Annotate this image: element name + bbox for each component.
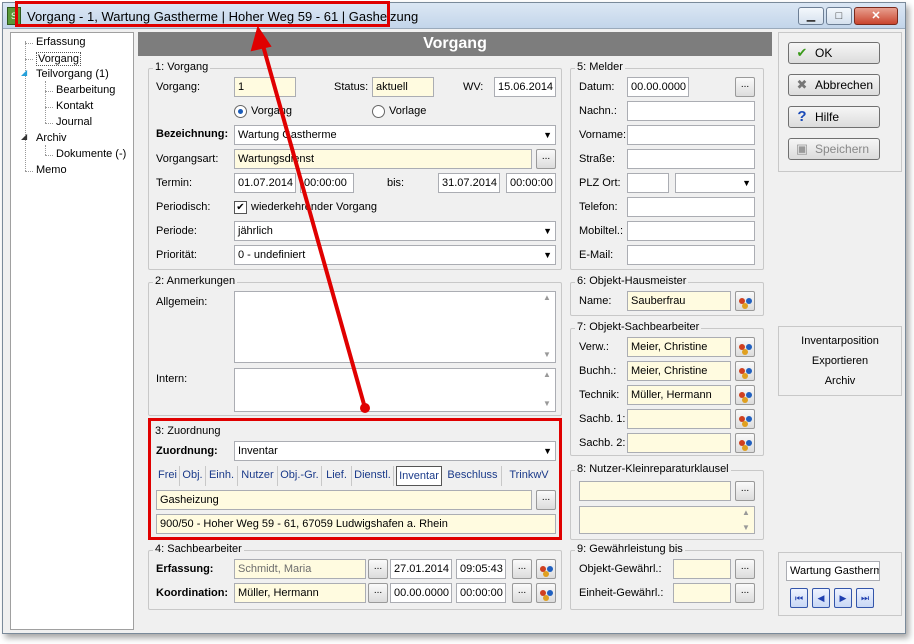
email-label: E-Mail: <box>579 249 614 261</box>
einheit-gewaehrl-field[interactable] <box>673 583 731 603</box>
abbrechen-button[interactable]: ✖ Abbrechen <box>788 74 880 96</box>
koordination-more-button[interactable]: ... <box>512 583 532 603</box>
buchh-field[interactable]: Meier, Christine <box>627 361 731 381</box>
email-field[interactable] <box>627 245 755 265</box>
nutzer-klausel-textarea[interactable]: ▲ ▼ <box>579 506 755 534</box>
chevron-down-icon: ▼ <box>742 178 751 188</box>
koordination-label: Koordination: <box>156 587 229 599</box>
koordination-date-field[interactable]: 00.00.0000 <box>390 583 452 603</box>
scrollbar[interactable]: ▲ ▼ <box>739 508 753 532</box>
annotation-arrow <box>250 25 370 413</box>
datum-label: Datum: <box>579 81 615 93</box>
prev-record-button[interactable]: ◀ <box>812 588 830 608</box>
erfassung-time-field[interactable]: 09:05:43 <box>456 559 506 579</box>
people-icon[interactable] <box>735 291 755 311</box>
link-inventarposition[interactable]: Inventarposition <box>778 335 902 347</box>
sachb2-label: Sachb. 2: <box>579 437 626 449</box>
erfassung-label: Erfassung: <box>156 563 214 575</box>
people-icon[interactable] <box>735 409 755 429</box>
objekt-gewaehrl-field[interactable] <box>673 559 731 579</box>
group-label-gewaehrleistung: 9: Gewährleistung bis <box>575 543 685 555</box>
mobil-field[interactable] <box>627 221 755 241</box>
people-icon[interactable] <box>735 337 755 357</box>
telefon-field[interactable] <box>627 197 755 217</box>
erfassung-more-button[interactable]: ... <box>512 559 532 579</box>
vorname-field[interactable] <box>627 125 755 145</box>
verw-field[interactable]: Meier, Christine <box>627 337 731 357</box>
check-icon: ✔ <box>796 45 808 60</box>
koordination-name-field[interactable]: Müller, Hermann <box>234 583 366 603</box>
datum-browse-button[interactable]: ... <box>735 77 755 97</box>
group-label-objekt-sachbearbeiter: 7: Objekt-Sachbearbeiter <box>575 321 702 333</box>
help-icon: ? <box>797 108 807 125</box>
people-icon[interactable] <box>735 385 755 405</box>
telefon-label: Telefon: <box>579 201 618 213</box>
sachb1-label: Sachb. 1: <box>579 413 626 425</box>
buchh-label: Buchh.: <box>579 365 617 377</box>
hausmeister-name-field[interactable]: Sauberfrau <box>627 291 731 311</box>
next-record-button[interactable]: ▶ <box>834 588 852 608</box>
strasse-field[interactable] <box>627 149 755 169</box>
group-label-melder: 5: Melder <box>575 61 625 73</box>
sachb2-field[interactable] <box>627 433 731 453</box>
erfassung-browse-button[interactable]: ... <box>368 559 388 579</box>
objekt-gewaehrl-browse-button[interactable]: ... <box>735 559 755 579</box>
nachname-field[interactable] <box>627 101 755 121</box>
plz-label: PLZ Ort: <box>579 177 621 189</box>
group-label-sachbearbeiter: 4: Sachbearbeiter <box>153 543 244 555</box>
people-icon[interactable] <box>735 433 755 453</box>
current-record-field: Wartung Gastherme <box>786 561 880 581</box>
ok-button[interactable]: ✔ OK <box>788 42 880 64</box>
hilfe-button[interactable]: ? Hilfe <box>788 106 880 128</box>
nutzer-klausel-browse-button[interactable]: ... <box>735 481 755 501</box>
einheit-gewaehrl-label: Einheit-Gewährl.: <box>579 587 664 599</box>
koordination-time-field[interactable]: 00:00:00 <box>456 583 506 603</box>
objekt-gewaehrl-label: Objekt-Gewährl.: <box>579 563 662 575</box>
einheit-gewaehrl-browse-button[interactable]: ... <box>735 583 755 603</box>
ort-dropdown[interactable]: ▼ <box>675 173 755 193</box>
hausmeister-name-label: Name: <box>579 295 612 307</box>
zuordnung-highlight-box <box>148 418 562 540</box>
group-label-hausmeister: 6: Objekt-Hausmeister <box>575 275 689 287</box>
group-label-nutzer-klausel: 8: Nutzer-Kleinreparaturklausel <box>575 463 731 475</box>
technik-label: Technik: <box>579 389 620 401</box>
speichern-button[interactable]: ▣ Speichern <box>788 138 880 160</box>
datum-field[interactable]: 00.00.0000 <box>627 77 689 97</box>
mobil-label: Mobiltel.: <box>579 225 624 237</box>
sachb1-field[interactable] <box>627 409 731 429</box>
nachname-label: Nachn.: <box>579 105 617 117</box>
save-icon: ▣ <box>795 141 809 156</box>
vorname-label: Vorname: <box>579 129 627 141</box>
technik-field[interactable]: Müller, Hermann <box>627 385 731 405</box>
erfassung-date-field[interactable]: 27.01.2014 <box>390 559 452 579</box>
nutzer-klausel-field[interactable] <box>579 481 731 501</box>
koordination-browse-button[interactable]: ... <box>368 583 388 603</box>
verw-label: Verw.: <box>579 341 609 353</box>
people-icon[interactable] <box>536 559 556 579</box>
link-exportieren[interactable]: Exportieren <box>778 355 902 367</box>
strasse-label: Straße: <box>579 153 616 165</box>
plz-field[interactable] <box>627 173 669 193</box>
cancel-icon: ✖ <box>796 77 808 92</box>
first-record-button[interactable]: ⏮ <box>790 588 808 608</box>
link-archiv[interactable]: Archiv <box>778 375 902 387</box>
people-icon[interactable] <box>735 361 755 381</box>
erfassung-name-field: Schmidt, Maria <box>234 559 366 579</box>
last-record-button[interactable]: ⏭ <box>856 588 874 608</box>
people-icon[interactable] <box>536 583 556 603</box>
